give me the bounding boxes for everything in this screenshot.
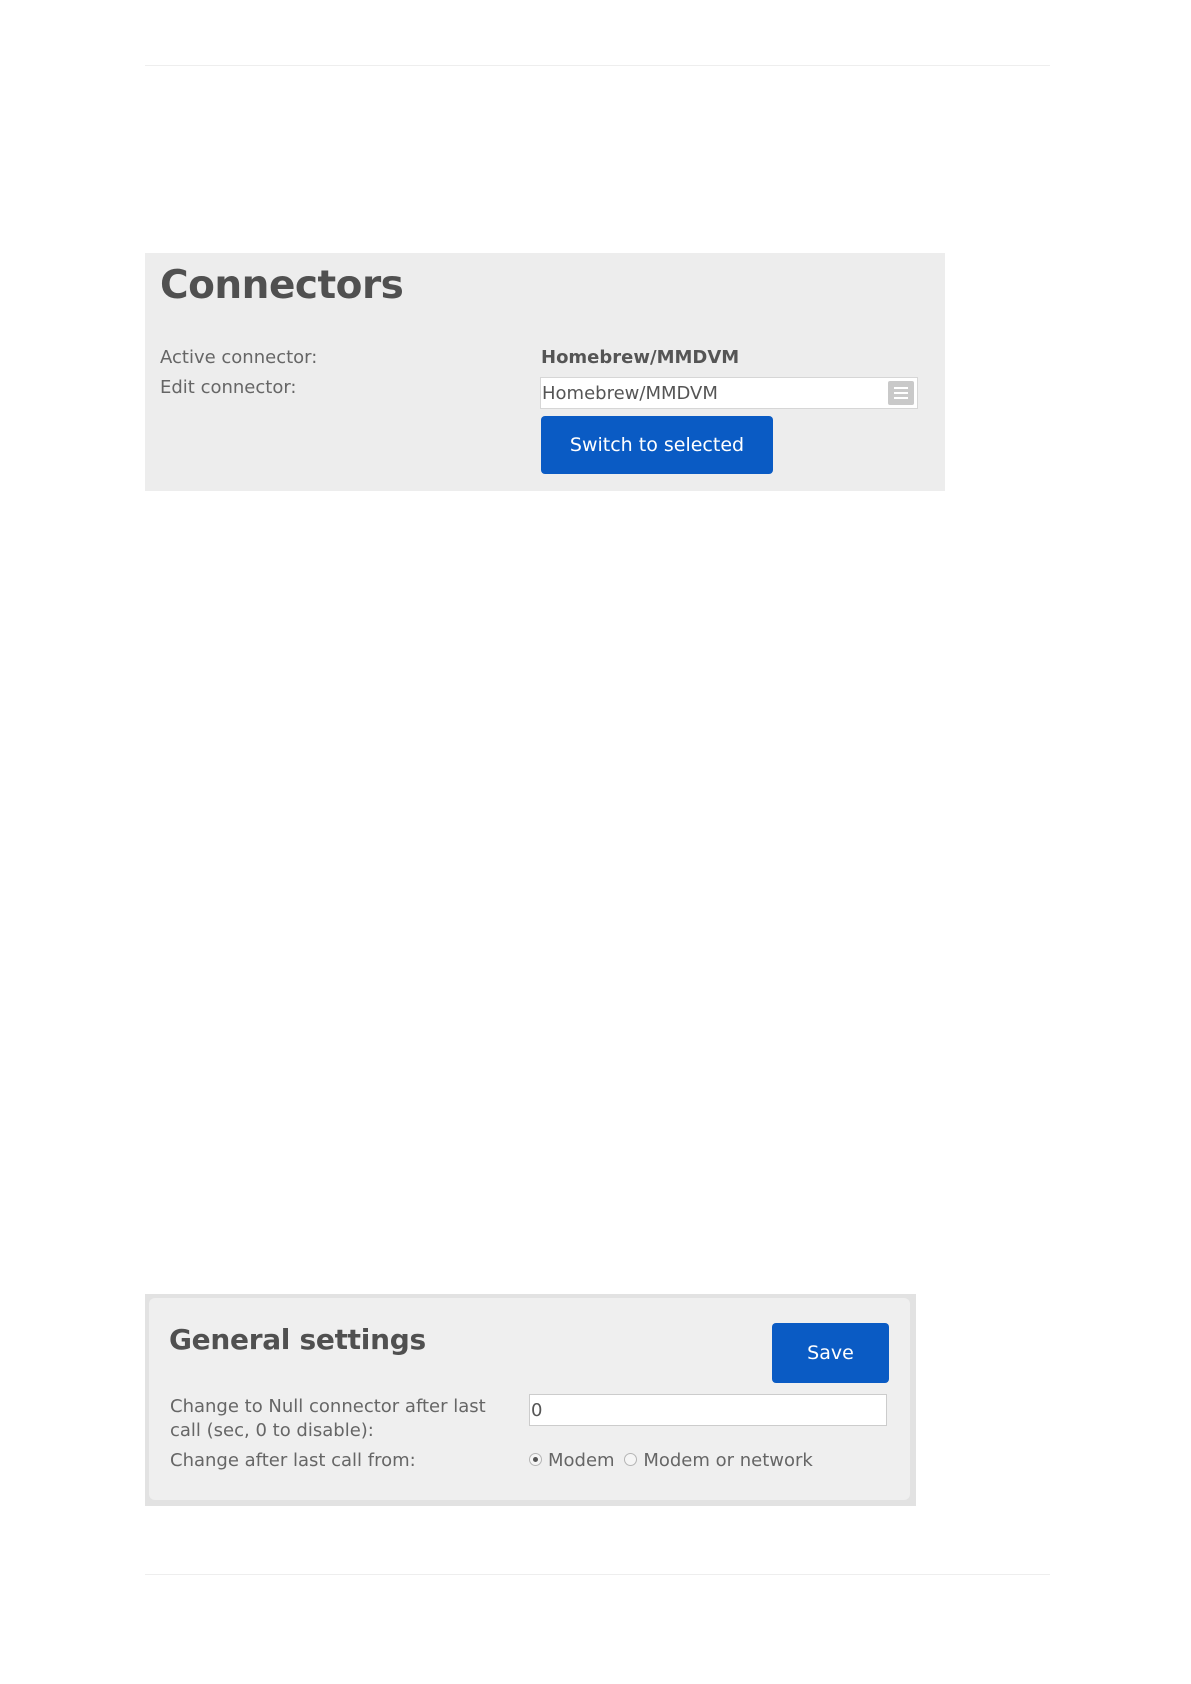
null-connector-timeout-input[interactable] bbox=[529, 1394, 887, 1426]
top-divider bbox=[145, 65, 1050, 66]
change-after-call-label: Change after last call from: bbox=[170, 1450, 416, 1471]
radio-option-modem-or-network[interactable]: Modem or network bbox=[624, 1449, 813, 1473]
save-button[interactable]: Save bbox=[772, 1323, 889, 1383]
radio-checked-icon[interactable] bbox=[529, 1452, 542, 1466]
list-icon[interactable] bbox=[888, 381, 914, 405]
connectors-panel: Connectors Active connector: Homebrew/MM… bbox=[145, 253, 945, 491]
radio-label-modem-or-network: Modem or network bbox=[643, 1450, 813, 1471]
bottom-divider bbox=[145, 1574, 1050, 1575]
active-connector-value: Homebrew/MMDVM bbox=[541, 347, 740, 368]
edit-connector-select[interactable]: Homebrew/MMDVM bbox=[540, 377, 918, 409]
edit-connector-selected-value: Homebrew/MMDVM bbox=[542, 383, 718, 404]
radio-label-modem: Modem bbox=[548, 1450, 615, 1471]
switch-to-selected-button[interactable]: Switch to selected bbox=[541, 416, 773, 474]
radio-option-modem[interactable]: Modem bbox=[529, 1449, 615, 1473]
radio-unchecked-icon[interactable] bbox=[624, 1452, 638, 1466]
active-connector-label: Active connector: bbox=[160, 347, 318, 368]
general-settings-panel-frame: General settings Save Change to Null con… bbox=[145, 1294, 916, 1506]
connectors-title: Connectors bbox=[160, 263, 404, 308]
general-settings-panel: General settings Save Change to Null con… bbox=[149, 1298, 910, 1500]
general-settings-title: General settings bbox=[169, 1323, 426, 1356]
edit-connector-label: Edit connector: bbox=[160, 377, 297, 398]
change-after-call-radio-group: Modem Modem or network bbox=[529, 1449, 817, 1473]
null-connector-timeout-label: Change to Null connector after last call… bbox=[170, 1396, 486, 1441]
